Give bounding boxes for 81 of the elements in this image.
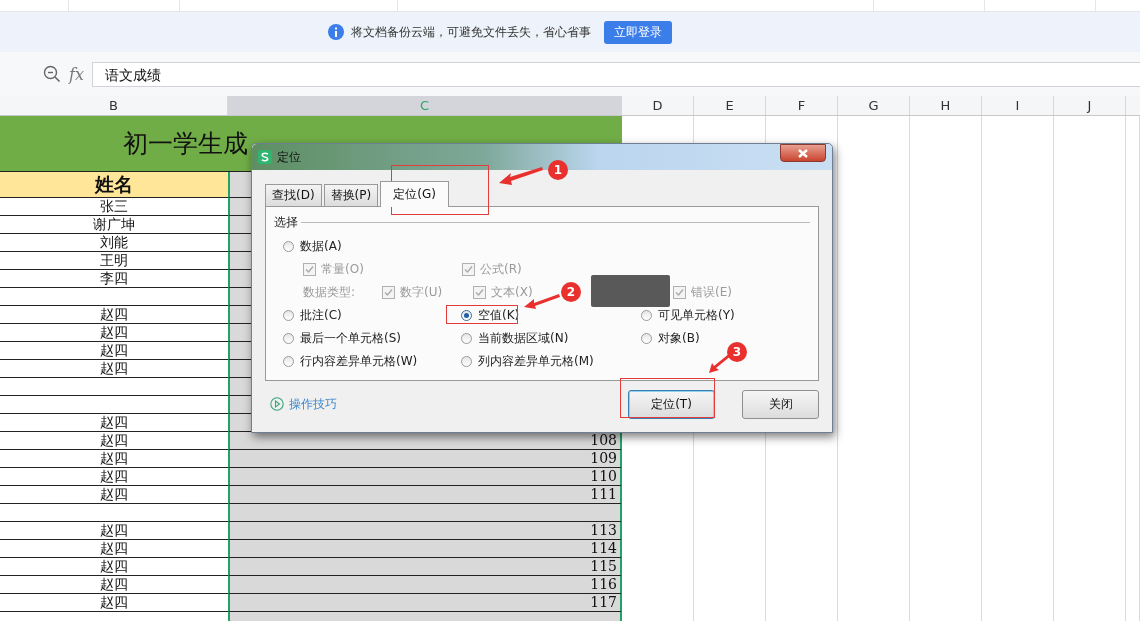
zoom-out-icon bbox=[43, 65, 61, 83]
radio-option[interactable]: 批注(C) bbox=[283, 307, 342, 324]
option-label: 数字(U) bbox=[400, 284, 443, 301]
tab[interactable]: 定位(G) bbox=[380, 181, 449, 207]
radio-option[interactable]: 对象(B) bbox=[641, 330, 700, 347]
annotation-box bbox=[446, 305, 518, 324]
table-cell: 王明 bbox=[0, 252, 228, 270]
radio-option[interactable]: 数据(A) bbox=[283, 238, 342, 255]
tab[interactable]: 替换(P) bbox=[323, 184, 379, 206]
notice-message: 将文档备份云端，可避免文件丢失，省心省事 bbox=[351, 23, 591, 41]
table-cell: 赵四 bbox=[0, 306, 228, 324]
info-icon bbox=[328, 24, 344, 40]
table-cell: 赵四 bbox=[0, 594, 228, 612]
column-header[interactable]: G bbox=[838, 96, 910, 115]
column-header[interactable]: I bbox=[982, 96, 1054, 115]
radio-button[interactable] bbox=[283, 333, 294, 344]
option-label: 可见单元格(Y) bbox=[658, 307, 735, 324]
play-icon bbox=[270, 397, 284, 411]
radio-button[interactable] bbox=[461, 310, 472, 321]
table-cell: 113 bbox=[228, 522, 622, 540]
column-header[interactable]: H bbox=[910, 96, 982, 115]
table-cell: 赵四 bbox=[0, 486, 228, 504]
close-button[interactable] bbox=[780, 144, 826, 162]
table-cell: 赵四 bbox=[0, 576, 228, 594]
option-label: 文本(X) bbox=[491, 284, 533, 301]
formula-field[interactable]: 语文成绩 bbox=[91, 61, 1140, 87]
table-cell: 赵四 bbox=[0, 540, 228, 558]
close-icon bbox=[798, 148, 808, 158]
column-header[interactable]: J bbox=[1054, 96, 1126, 115]
table-cell: 109 bbox=[228, 450, 622, 468]
table-cell: 110 bbox=[228, 468, 622, 486]
radio-button[interactable] bbox=[461, 333, 472, 344]
table-cell: 赵四 bbox=[0, 360, 228, 378]
table-cell: 张三 bbox=[0, 198, 228, 216]
dialog-button[interactable]: 定位(T) bbox=[628, 389, 715, 419]
tips-link[interactable]: 操作技巧 bbox=[289, 395, 337, 413]
table-cell: 刘能 bbox=[0, 234, 228, 252]
fx-label: fx bbox=[69, 64, 84, 84]
radio-button[interactable] bbox=[641, 333, 652, 344]
column-header[interactable]: F bbox=[766, 96, 838, 115]
annotation-arrow bbox=[499, 166, 543, 186]
table-cell: 赵四 bbox=[0, 450, 228, 468]
dialog-button[interactable]: 关闭 bbox=[742, 389, 819, 419]
column-header[interactable]: D bbox=[622, 96, 694, 115]
option-label: 错误(E) bbox=[691, 284, 732, 301]
radio-button[interactable] bbox=[283, 310, 294, 321]
table-cell: 谢广坤 bbox=[0, 216, 228, 234]
table-cell: 114 bbox=[228, 540, 622, 558]
login-button[interactable]: 立即登录 bbox=[604, 20, 672, 44]
table-cell: 赵四 bbox=[0, 522, 228, 540]
option-label: 公式(R) bbox=[480, 261, 522, 278]
radio-option[interactable]: 可见单元格(Y) bbox=[641, 307, 735, 324]
table-cell: 赵四 bbox=[0, 432, 228, 450]
radio-button[interactable] bbox=[283, 356, 294, 367]
radio-button[interactable] bbox=[283, 241, 294, 252]
table-cell: 赵四 bbox=[0, 324, 228, 342]
table-cell: 赵四 bbox=[0, 342, 228, 360]
field-caption: 数据类型: bbox=[303, 284, 357, 301]
option-label: 常量(O) bbox=[321, 261, 364, 278]
app-logo-icon bbox=[258, 150, 272, 164]
table-cell: 115 bbox=[228, 558, 622, 576]
group-label: 选择 bbox=[274, 213, 298, 231]
option-label: 对象(B) bbox=[658, 330, 700, 347]
table-cell: 117 bbox=[228, 594, 622, 612]
option-label: 批注(C) bbox=[300, 307, 342, 324]
option-label: 当前数据区域(N) bbox=[478, 330, 569, 347]
option-label: 数据(A) bbox=[300, 238, 342, 255]
table-cell: 李四 bbox=[0, 270, 228, 288]
table-cell: 赵四 bbox=[0, 468, 228, 486]
table-cell: 108 bbox=[228, 432, 622, 450]
tab[interactable]: 查找(D) bbox=[265, 184, 322, 206]
dialog-title: 定位 bbox=[277, 148, 301, 166]
table-cell: 116 bbox=[228, 576, 622, 594]
column-header[interactable]: E bbox=[694, 96, 766, 115]
radio-button[interactable] bbox=[641, 310, 652, 321]
radio-option[interactable]: 当前数据区域(N) bbox=[461, 330, 569, 347]
table-cell: 赵四 bbox=[0, 558, 228, 576]
radio-button[interactable] bbox=[461, 356, 472, 367]
table-header-cell: 姓名 bbox=[0, 172, 228, 198]
table-cell: 赵四 bbox=[0, 414, 228, 432]
table-cell: 111 bbox=[228, 486, 622, 504]
